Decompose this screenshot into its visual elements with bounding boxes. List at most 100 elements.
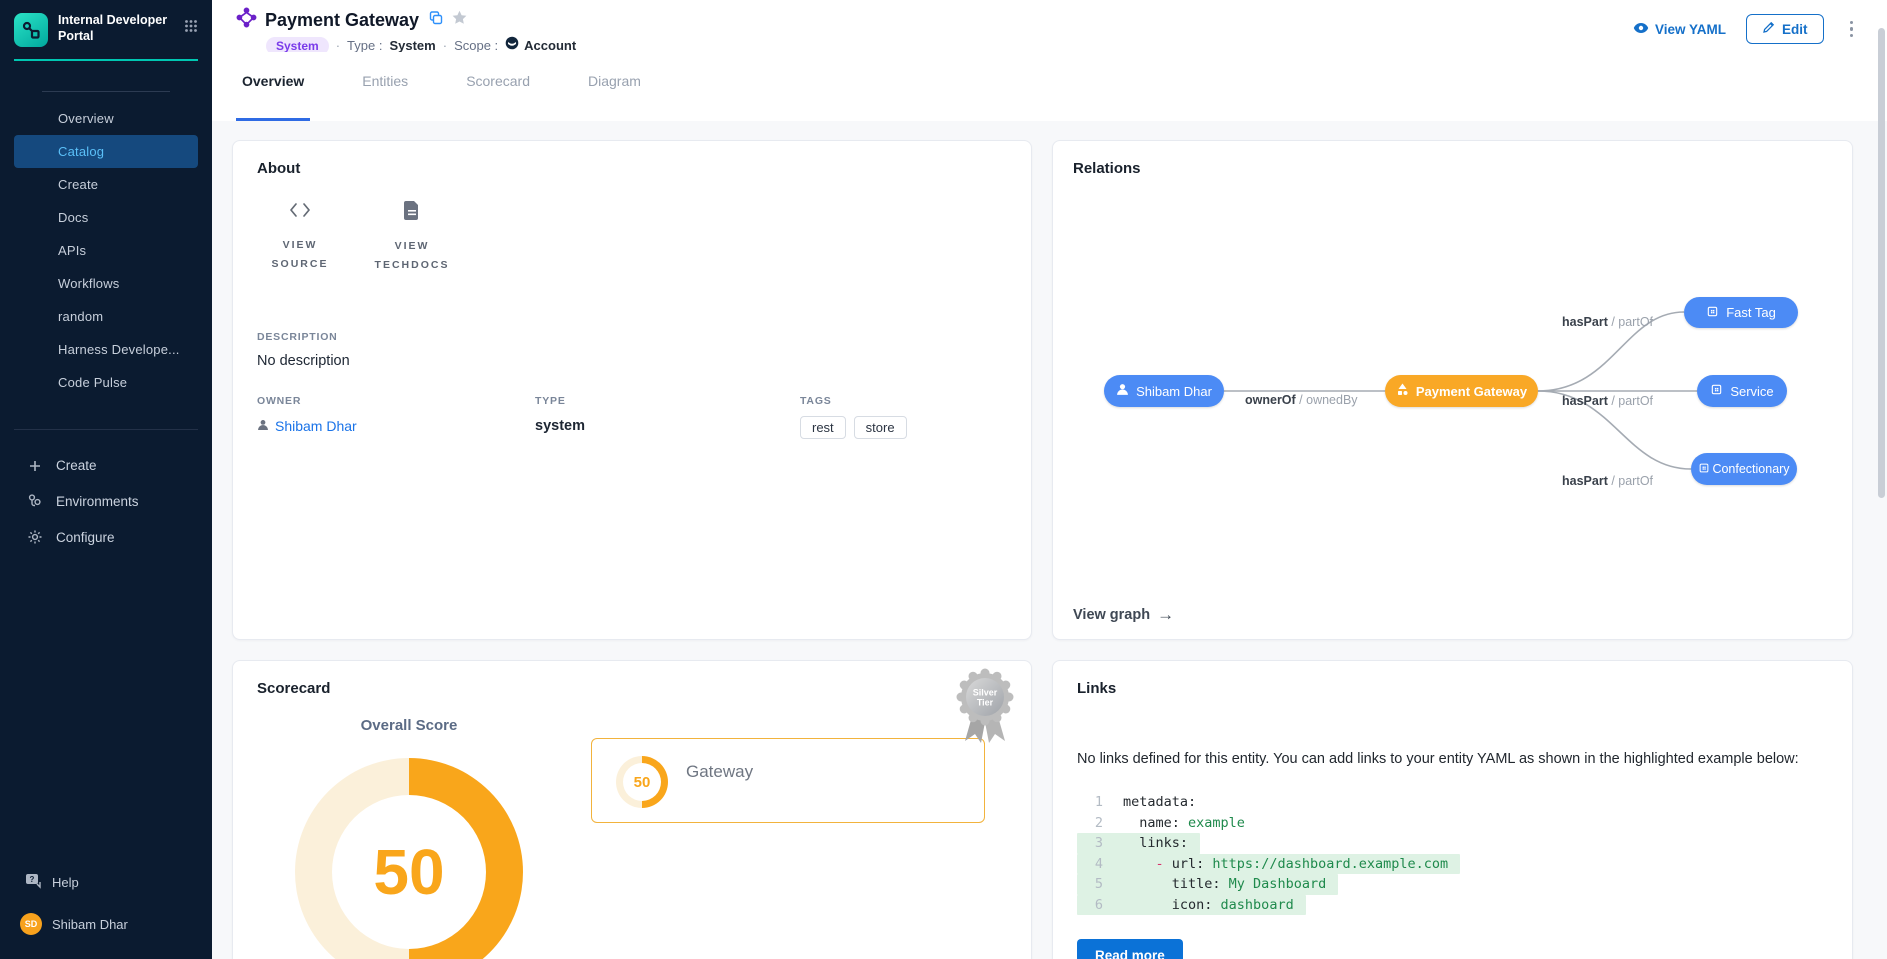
about-card: About VIEW SOURCE <box>232 140 1032 640</box>
tier-text-line1: Silver <box>973 688 998 698</box>
gateway-score-name: Gateway <box>686 762 753 782</box>
view-graph-link[interactable]: View graph → <box>1073 606 1174 623</box>
description-label: DESCRIPTION <box>257 331 1007 343</box>
user-menu[interactable]: SD Shibam Dhar <box>0 901 212 945</box>
person-icon <box>1116 383 1129 399</box>
main-area: Payment Gateway System · Type : System ·… <box>212 0 1887 959</box>
relations-card: Relations Shibam Dhar Payment Gateway <box>1052 140 1853 640</box>
overall-score-label: Overall Score <box>295 717 523 734</box>
sidebar-item-overview[interactable]: Overview <box>0 102 212 135</box>
sidebar-header: Internal Developer Portal <box>0 0 212 59</box>
overall-score-donut: 50 <box>295 758 523 959</box>
person-icon <box>257 418 269 434</box>
sidebar-item-code-pulse[interactable]: Code Pulse <box>0 366 212 399</box>
owner-label: OWNER <box>257 395 535 407</box>
edge-label-ownerof: ownerOf / ownedBy <box>1245 393 1358 407</box>
view-source-button[interactable]: VIEW SOURCE <box>257 201 343 275</box>
overview-content: About VIEW SOURCE <box>212 121 1887 959</box>
type-label: Type : <box>347 38 382 53</box>
sidebar-item-apis[interactable]: APIs <box>0 234 212 267</box>
user-name: Shibam Dhar <box>52 917 128 932</box>
view-yaml-button[interactable]: View YAML <box>1633 22 1726 37</box>
sidebar-action-create[interactable]: Create <box>0 448 212 483</box>
svg-text:?: ? <box>30 875 35 884</box>
sidebar-action-configure[interactable]: Configure <box>0 519 212 555</box>
circuit-icon <box>20 19 42 41</box>
document-icon <box>404 201 420 225</box>
owner-link[interactable]: Shibam Dhar <box>257 418 535 434</box>
vertical-scrollbar[interactable] <box>1878 28 1885 498</box>
tab-entities[interactable]: Entities <box>356 73 414 121</box>
tab-scorecard[interactable]: Scorecard <box>460 73 536 121</box>
sidebar-item-docs[interactable]: Docs <box>0 201 212 234</box>
code-line-2: 2 name: example <box>1077 813 1257 834</box>
description-value: No description <box>257 353 1007 369</box>
silver-tier-badge: Silver Tier <box>955 667 1015 750</box>
environments-icon <box>26 493 43 509</box>
chip-icon <box>1706 305 1719 321</box>
relation-node-owner[interactable]: Shibam Dhar <box>1104 375 1224 407</box>
scope-value: Account <box>524 38 576 53</box>
sidebar-item-harness-developer[interactable]: Harness Develope... <box>0 333 212 366</box>
scorecard-title: Scorecard <box>257 680 1007 697</box>
sidebar-action-environments[interactable]: Environments <box>0 483 212 519</box>
sidebar-item-workflows[interactable]: Workflows <box>0 267 212 300</box>
dot-separator: · <box>443 38 447 53</box>
links-card: Links No links defined for this entity. … <box>1052 660 1853 959</box>
tag-chip-rest[interactable]: rest <box>800 416 846 439</box>
app-grid-icon[interactable] <box>184 19 198 38</box>
yaml-example-code: 1metadata: 2 name: example 3 links: 4 - … <box>1077 792 1828 915</box>
sidebar-footer: ? Help SD Shibam Dhar <box>0 864 212 959</box>
sidebar-divider <box>42 91 170 92</box>
code-line-1: 1metadata: <box>1077 792 1208 813</box>
system-icon <box>1396 383 1409 400</box>
relation-node-confectionary[interactable]: Confectionary <box>1691 453 1797 485</box>
page-title: Payment Gateway <box>265 10 419 31</box>
help-button[interactable]: ? Help <box>0 864 212 901</box>
avatar: SD <box>20 913 42 935</box>
help-icon: ? <box>24 873 42 892</box>
portal-logo-icon[interactable] <box>14 13 48 47</box>
copy-icon[interactable] <box>429 11 443 30</box>
tab-diagram[interactable]: Diagram <box>582 73 647 121</box>
type-value: System <box>389 38 435 53</box>
code-line-6: 6 icon: dashboard <box>1077 895 1306 916</box>
favorite-star-icon[interactable] <box>451 10 468 31</box>
system-entity-icon <box>236 7 257 33</box>
relation-node-payment-gateway[interactable]: Payment Gateway <box>1385 375 1538 407</box>
about-title: About <box>257 160 1007 177</box>
tier-text-line2: Tier <box>977 698 994 708</box>
type-label: TYPE <box>535 395 800 407</box>
edit-button[interactable]: Edit <box>1746 14 1824 44</box>
view-techdocs-button[interactable]: VIEW TECHDOCS <box>369 201 455 275</box>
sidebar-item-catalog[interactable]: Catalog <box>14 135 198 168</box>
dot-separator: · <box>336 38 340 53</box>
sidebar: Internal Developer Portal Overview Catal… <box>0 0 212 959</box>
edge-label-haspart-3: hasPart / partOf <box>1562 474 1653 488</box>
links-empty-text: No links defined for this entity. You ca… <box>1077 749 1828 770</box>
links-title: Links <box>1077 680 1828 697</box>
read-more-button[interactable]: Read more <box>1077 939 1183 959</box>
sidebar-teal-divider <box>14 59 198 61</box>
sidebar-nav: Overview Catalog Create Docs APIs Workfl… <box>0 102 212 399</box>
sidebar-divider <box>14 429 198 430</box>
tag-chip-store[interactable]: store <box>854 416 907 439</box>
relation-node-fast-tag[interactable]: Fast Tag <box>1684 297 1798 328</box>
chip-icon <box>1698 462 1710 477</box>
more-options-icon[interactable] <box>1844 17 1860 42</box>
arrow-right-icon: → <box>1157 606 1174 623</box>
tab-overview[interactable]: Overview <box>236 73 310 121</box>
overall-score-value: 50 <box>373 835 444 909</box>
sidebar-item-random[interactable]: random <box>0 300 212 333</box>
entity-tabs: Overview Entities Scorecard Diagram <box>212 52 1887 121</box>
code-line-4: 4 - url: https://dashboard.example.com <box>1077 854 1460 875</box>
relation-node-service[interactable]: Service <box>1697 375 1787 407</box>
plus-icon <box>26 459 43 473</box>
scorecard-gateway-card[interactable]: 50 Gateway <box>591 738 985 823</box>
relations-title: Relations <box>1073 160 1832 177</box>
type-value: system <box>535 418 800 434</box>
edge-label-haspart-2: hasPart / partOf <box>1562 394 1653 408</box>
pencil-icon <box>1762 21 1775 37</box>
scope-label: Scope : <box>454 38 498 53</box>
sidebar-item-create[interactable]: Create <box>0 168 212 201</box>
